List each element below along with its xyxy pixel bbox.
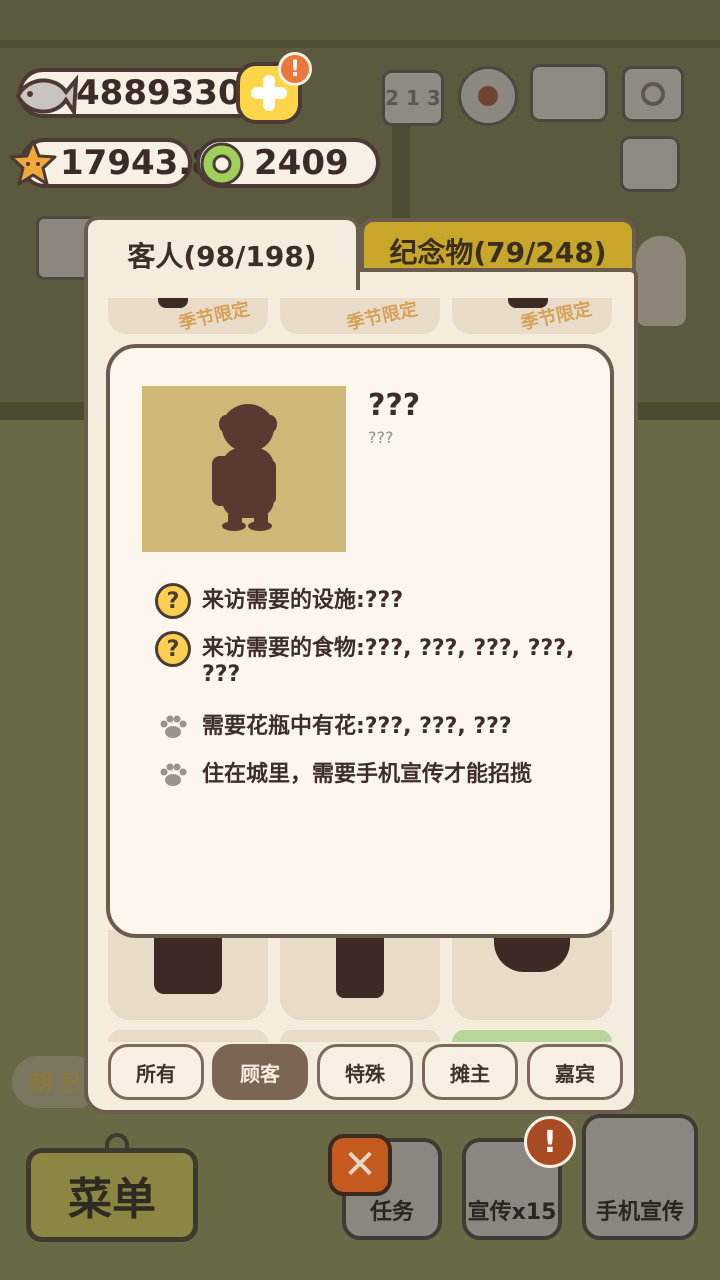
task-label: 任务 [369, 1200, 414, 1225]
guest-card[interactable] [108, 1030, 268, 1042]
guest-card[interactable] [280, 1030, 440, 1042]
tab-guests-label: 客人(98/198) [127, 240, 317, 273]
guest-card[interactable]: 季节限定 [280, 298, 440, 334]
paw-icon [160, 763, 187, 786]
filter-special-button[interactable]: 特殊 [317, 1044, 413, 1100]
ranking-icon[interactable]: 2 1 3 [382, 70, 444, 126]
question-icon: ? [155, 631, 191, 667]
guest-name: ??? [368, 388, 421, 423]
filter-bar: 所有 顾客 特殊 摊主 嘉宾 [108, 1044, 623, 1100]
ring-candy-icon [200, 142, 244, 186]
paw-icon [160, 715, 187, 738]
guest-card[interactable] [280, 930, 440, 1020]
tab-souvenirs-label: 纪念物(79/248) [389, 236, 607, 269]
guest-silhouette [508, 298, 548, 308]
guest-card[interactable] [452, 1030, 612, 1042]
newspaper-icon[interactable] [620, 136, 680, 192]
promo-label: 宣传x15 [467, 1200, 557, 1225]
question-icon: ? [155, 583, 191, 619]
guest-subname: ??? [368, 428, 394, 447]
guest-card[interactable] [108, 930, 268, 1020]
requirement-text: 来访需要的食物:???, ???, ???, ???, ??? [202, 636, 575, 687]
seasonal-label: 季节限定 [176, 298, 252, 334]
menu-button[interactable]: 菜单 [26, 1133, 198, 1242]
promo-alert-badge: ! [524, 1116, 576, 1168]
guest-book-icon[interactable] [530, 64, 608, 122]
filter-guests-button[interactable]: 嘉宾 [527, 1044, 623, 1100]
wall-beam [0, 40, 720, 48]
tab-guests[interactable]: 客人(98/198) [84, 216, 360, 290]
guest-card[interactable]: 季节限定 [108, 298, 268, 334]
ring-value: 2409 [254, 143, 349, 183]
star-icon [9, 139, 57, 186]
alert-badge: ! [278, 52, 312, 86]
menu-hook [105, 1133, 129, 1153]
gear-icon[interactable] [458, 66, 518, 126]
phone-promo-label: 手机宣传 [595, 1200, 684, 1225]
guest-card[interactable]: 季节限定 [452, 298, 612, 334]
star-value: 17943.8 [60, 143, 215, 183]
guest-silhouette [336, 930, 384, 998]
filter-all-button[interactable]: 所有 [108, 1044, 204, 1100]
guest-detail-popup: ??? ??? ? 来访需要的设施:??? ? 来访需要的食物:???, ???… [106, 344, 614, 938]
guest-silhouette [154, 930, 222, 994]
wall-post [392, 120, 410, 230]
menu-label: 菜单 [68, 1174, 156, 1225]
requirement-facility: ? 来访需要的设施:??? [154, 582, 594, 620]
guest-card[interactable] [452, 930, 612, 1020]
guest-portrait [142, 386, 346, 552]
requirement-city: 住在城里，需要手机宣传才能招揽 [154, 756, 594, 794]
guest-silhouette-icon [212, 404, 277, 531]
guest-silhouette [158, 298, 188, 308]
filter-customers-button[interactable]: 顾客 [212, 1044, 308, 1100]
filter-vendors-button[interactable]: 摊主 [422, 1044, 518, 1100]
requirement-flower: 需要花瓶中有花:???, ???, ??? [154, 708, 594, 746]
close-button[interactable]: ✕ [328, 1134, 392, 1196]
fish-value: 4889330 [76, 73, 242, 113]
seasonal-label: 季节限定 [344, 298, 420, 334]
requirement-food: ? 来访需要的食物:???, ???, ???, ???, ??? [154, 630, 594, 688]
requirement-text: 需要花瓶中有花:???, ???, ??? [202, 714, 512, 739]
cat-decoration [636, 236, 686, 326]
fish-icon [15, 74, 78, 119]
requirement-text: 来访需要的设施:??? [202, 588, 404, 613]
phone-promo-button[interactable]: 手机宣传 [582, 1114, 698, 1240]
requirement-text: 住在城里，需要手机宣传才能招揽 [202, 762, 533, 787]
camera-icon[interactable] [622, 66, 684, 122]
